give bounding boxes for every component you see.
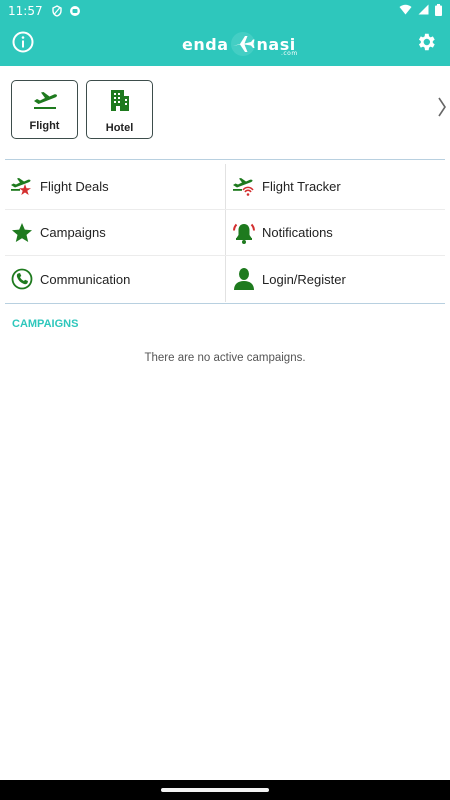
settings-button[interactable] [413,31,439,57]
flight-deals-icon [10,175,34,199]
flight-deals-item[interactable]: Flight Deals [5,164,225,209]
app-notification-icon [69,5,81,17]
flight-deals-label: Flight Deals [40,179,109,194]
status-bar: 11:57 [0,0,450,22]
communication-item[interactable]: Communication [5,256,225,302]
campaigns-item[interactable]: Campaigns [5,210,225,255]
flight-tracker-icon [232,175,256,199]
app-logo: enda nasi .com [182,28,298,60]
flight-tracker-item[interactable]: Flight Tracker [225,164,445,209]
home-gesture-handle[interactable] [161,788,269,792]
wifi-icon [399,4,412,18]
flight-service-label: Flight [29,120,60,132]
menu-row: Campaigns Notifications [5,210,445,256]
divider [5,303,445,304]
building-icon [109,88,131,116]
logo-suffix: .com [280,50,298,57]
system-navigation-bar [0,780,450,800]
login-register-label: Login/Register [262,271,346,287]
divider [5,159,445,160]
campaigns-empty-message: There are no active campaigns. [144,352,306,364]
app-bar: enda nasi .com [0,22,450,66]
service-selector: Flight Hotel [0,66,450,160]
hotel-service-button[interactable]: Hotel [86,80,153,139]
menu-row: Communication Login/Register [5,256,445,302]
signal-icon [418,4,429,18]
login-register-item[interactable]: Login/Register [225,256,445,302]
menu-row: Flight Deals Flight Tracker [5,164,445,210]
star-icon [10,221,34,245]
hotel-service-label: Hotel [105,122,134,134]
logo-text-left: enda [182,34,229,54]
user-icon [232,267,256,291]
vpn-icon [51,5,63,17]
phone-icon [10,267,34,291]
battery-icon [435,3,442,19]
campaigns-section-title: CAMPAIGNS [12,318,79,330]
flight-service-button[interactable]: Flight [11,80,78,139]
logo-plane-icon [230,31,256,57]
airplane-takeoff-icon [32,88,58,114]
status-time: 11:57 [8,4,43,18]
communication-label: Communication [40,271,131,287]
bell-ringing-icon [232,221,256,245]
info-icon [12,31,34,57]
chevron-right-icon[interactable] [437,96,447,118]
campaigns-label: Campaigns [40,225,106,240]
gear-icon [415,31,437,57]
info-button[interactable] [11,31,35,57]
flight-tracker-label: Flight Tracker [262,179,341,194]
notifications-label: Notifications [262,225,333,240]
main-menu: Flight Deals Flight Tracker Campaigns No… [5,164,445,302]
notifications-item[interactable]: Notifications [225,210,445,255]
